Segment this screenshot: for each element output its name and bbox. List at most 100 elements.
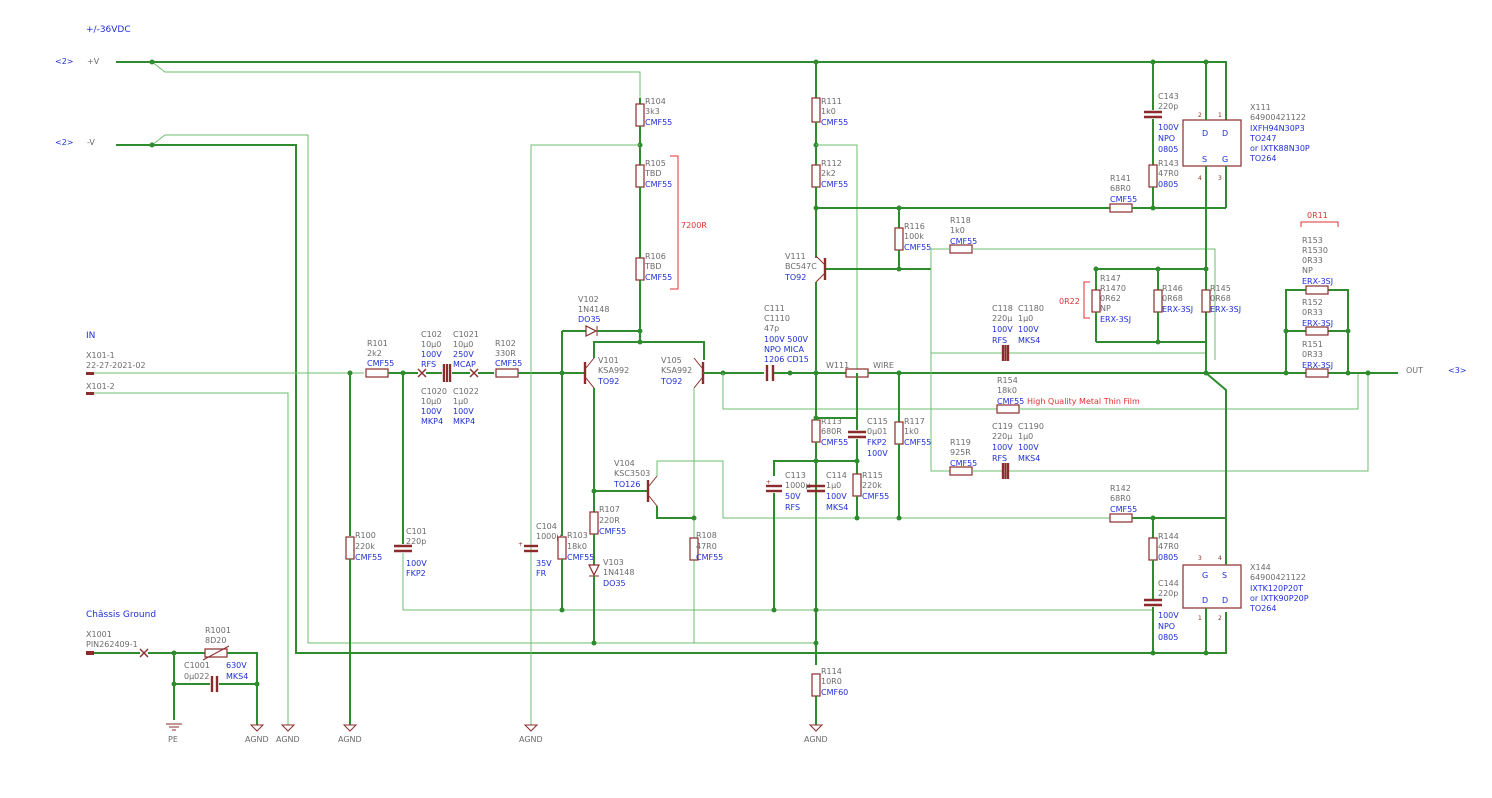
svg-text:ERX-3SJ: ERX-3SJ <box>1302 277 1333 286</box>
svg-text:R147: R147 <box>1100 274 1121 283</box>
c1021-v: 250V <box>453 350 474 359</box>
w111-wire-link: W111 WIRE <box>826 361 894 378</box>
svg-text:NPO: NPO <box>1158 134 1175 143</box>
neg-rail-branch <box>151 134 816 644</box>
r103-resistor: R103 18k0 CMF55 <box>557 531 594 562</box>
svg-text:50V: 50V <box>785 492 801 501</box>
v103-diode: V103 1N4148 DO35 <box>588 558 634 588</box>
svg-text:4: 4 <box>1198 175 1202 182</box>
wire <box>402 553 1153 611</box>
input-pin2: X101-2 <box>86 382 115 391</box>
r105-r106-note: 7200R <box>681 221 707 230</box>
pos-rail-branch <box>151 61 641 98</box>
junction <box>637 339 643 345</box>
svg-text:R151: R151 <box>1302 340 1323 349</box>
agnd-ground-icon: AGND <box>519 724 543 744</box>
svg-text:330R: 330R <box>495 349 516 358</box>
svg-text:MKS4: MKS4 <box>826 503 848 512</box>
r102-resistor: R102 330R CMF55 <box>495 339 522 378</box>
svg-text:47R0: 47R0 <box>696 542 717 551</box>
svg-text:AGND: AGND <box>245 735 269 744</box>
svg-text:35V: 35V <box>536 559 552 568</box>
c111-capacitor: C111 C1110 47p 100V 500V NPO MICA 1206 C… <box>764 304 809 381</box>
svg-text:630V: 630V <box>226 661 247 670</box>
svg-text:0R62: 0R62 <box>1100 294 1121 303</box>
svg-text:R1001: R1001 <box>205 626 231 635</box>
r112-resistor: R112 2k2 CMF55 <box>811 159 848 189</box>
svg-text:DO35: DO35 <box>578 315 601 324</box>
svg-text:V101: V101 <box>598 356 619 365</box>
svg-text:C113: C113 <box>785 471 806 480</box>
svg-text:X111: X111 <box>1250 103 1271 112</box>
svg-text:1: 1 <box>1198 615 1202 622</box>
x111-mosfet: D D S G 2 1 4 3 X111 64900421122 IXFH94N… <box>1182 103 1310 182</box>
svg-text:TO92: TO92 <box>660 377 682 386</box>
svg-text:100V: 100V <box>867 449 888 458</box>
chassis-pin-mark <box>86 651 94 655</box>
svg-text:CMF55: CMF55 <box>495 359 522 368</box>
svg-text:+: + <box>518 541 523 548</box>
svg-text:KSC3503: KSC3503 <box>614 469 650 478</box>
svg-text:TO264: TO264 <box>1249 154 1276 163</box>
svg-text:NP: NP <box>1302 266 1313 275</box>
svg-text:R145: R145 <box>1210 284 1231 293</box>
r118-resistor: R118 1k0 CMF55 <box>949 216 977 254</box>
svg-text:R111: R111 <box>821 97 842 106</box>
svg-text:CMF55: CMF55 <box>599 527 626 536</box>
input-pin1: X101-1 <box>86 351 115 360</box>
c1022-pkg: MKP4 <box>453 417 475 426</box>
svg-text:CMF55: CMF55 <box>645 118 672 127</box>
svg-text:ERX-3SJ: ERX-3SJ <box>1210 305 1241 314</box>
svg-text:C118: C118 <box>992 304 1013 313</box>
svg-text:100V: 100V <box>992 443 1013 452</box>
c102-pkg: RFS <box>421 360 436 369</box>
svg-text:220p: 220p <box>1158 102 1178 111</box>
neg-rail-ref: <2> <box>55 138 74 147</box>
svg-text:3: 3 <box>1198 555 1202 562</box>
r105-r106-bracket <box>670 155 679 290</box>
svg-text:R102: R102 <box>495 339 516 348</box>
svg-text:KSA992: KSA992 <box>661 366 692 375</box>
output-ref: <3> <box>1448 366 1467 375</box>
wire <box>656 460 1110 519</box>
svg-text:KSA992: KSA992 <box>598 366 629 375</box>
svg-text:or IXTK90P20P: or IXTK90P20P <box>1250 594 1309 603</box>
wire <box>1009 373 1369 472</box>
svg-text:MKS4: MKS4 <box>1018 454 1040 463</box>
svg-text:CMF55: CMF55 <box>1110 195 1137 204</box>
svg-text:CMF55: CMF55 <box>567 553 594 562</box>
svg-text:1: 1 <box>1218 112 1222 119</box>
c118-capacitor: C118 C1180 220µ 1µ0 100V 100V RFS MKS4 <box>992 304 1044 361</box>
svg-text:TO92: TO92 <box>784 273 806 282</box>
svg-text:DO35: DO35 <box>603 579 626 588</box>
pos-rail-ref: <2> <box>55 57 74 66</box>
svg-text:CMF60: CMF60 <box>821 688 848 697</box>
svg-text:PE: PE <box>168 735 178 744</box>
c1022-val: 1µ0 <box>453 397 468 406</box>
wire <box>930 248 950 269</box>
svg-text:R105: R105 <box>645 159 666 168</box>
svg-text:47R0: 47R0 <box>1158 169 1179 178</box>
c104-capacitor: + C104 1000µ 35V FR <box>518 522 561 578</box>
svg-text:CMF55: CMF55 <box>645 273 672 282</box>
svg-text:220p: 220p <box>406 537 426 546</box>
svg-text:0805: 0805 <box>1158 633 1178 642</box>
svg-text:R106: R106 <box>645 252 666 261</box>
wire <box>656 506 694 519</box>
svg-text:100V: 100V <box>1018 443 1039 452</box>
svg-text:X144: X144 <box>1250 563 1271 572</box>
svg-text:1206 CD15: 1206 CD15 <box>764 355 809 364</box>
svg-text:0R68: 0R68 <box>1162 294 1183 303</box>
svg-text:220k: 220k <box>862 481 882 490</box>
svg-text:1µ0: 1µ0 <box>1018 432 1033 441</box>
svg-text:RFS: RFS <box>785 503 800 512</box>
c1021-pkg: MCAP <box>453 360 476 369</box>
svg-text:100V: 100V <box>1018 325 1039 334</box>
svg-text:1µ0: 1µ0 <box>1018 314 1033 323</box>
svg-text:47R0: 47R0 <box>1158 542 1179 551</box>
r154-note: High Quality Metal Thin Film <box>1027 397 1140 406</box>
svg-text:V103: V103 <box>603 558 624 567</box>
r151-resistor: R151 0R33 ERX-3SJ <box>1302 340 1333 378</box>
c1020-val: 10µ0 <box>421 397 441 406</box>
svg-text:RFS: RFS <box>992 336 1007 345</box>
